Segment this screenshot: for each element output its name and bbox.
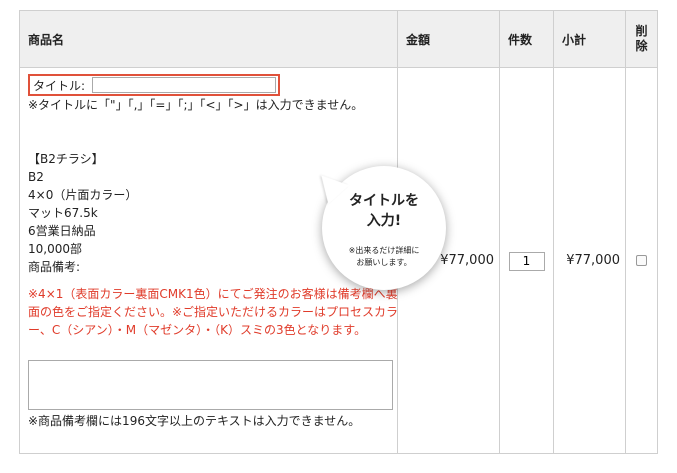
- header-count: 件数: [499, 10, 554, 68]
- header-delete: 削 除: [625, 10, 658, 68]
- remarks-limit-note: ※商品備考欄には196文字以上のテキストは入力できません。: [28, 414, 361, 428]
- callout-main-text: タイトルを 入力!: [322, 191, 446, 231]
- callout-sub-line2: お願いします。: [356, 258, 412, 267]
- spec-line-remarks-label: 商品備考:: [28, 260, 81, 274]
- spec-line-product: 【B2チラシ】: [28, 152, 104, 166]
- spec-line-color: 4×0（片面カラー）: [28, 188, 138, 202]
- title-note: ※タイトルに「"」「,」「=」「;」「<」「>」は入力できません。: [28, 98, 364, 112]
- callout-sub-line1: ※出来るだけ詳細に: [348, 246, 420, 255]
- title-input[interactable]: [92, 77, 276, 93]
- spec-line-quantity: 10,000部: [28, 242, 82, 256]
- table-row: タイトル: ※タイトルに「"」「,」「=」「;」「<」「>」は入力できません。 …: [19, 67, 658, 454]
- delete-checkbox[interactable]: [636, 255, 647, 266]
- title-label: タイトル:: [33, 79, 86, 93]
- spec-line-paper: マット67.5k: [28, 206, 98, 220]
- callout-sub-text: ※出来るだけ詳細に お願いします。: [322, 245, 446, 269]
- callout-main-line1: タイトルを: [349, 193, 419, 209]
- delete-cell: [625, 67, 658, 454]
- color-instruction-note: ※4×1（表面カラー裏面CMK1色）にてご発注のお客様は備考欄へ裏面の色をご指定…: [28, 287, 399, 337]
- subtotal-cell: ¥77,000: [553, 67, 626, 454]
- header-subtotal: 小計: [553, 10, 626, 68]
- quantity-cell: [499, 67, 554, 454]
- title-field-highlight: タイトル:: [28, 74, 280, 96]
- header-amount: 金額: [397, 10, 500, 68]
- remarks-textarea[interactable]: [28, 360, 393, 410]
- header-delete-line1: 削: [635, 24, 648, 38]
- callout-main-line2: 入力!: [366, 213, 402, 229]
- product-detail-cell: タイトル: ※タイトルに「"」「,」「=」「;」「<」「>」は入力できません。 …: [19, 67, 446, 454]
- table-header-row: 商品名 金額 件数 小計 削 除: [19, 10, 658, 68]
- spec-line-size: B2: [28, 170, 44, 184]
- product-spec: 【B2チラシ】 B2 4×0（片面カラー） マット67.5k 6営業日納品 10…: [28, 150, 137, 276]
- spec-line-delivery: 6営業日納品: [28, 224, 96, 238]
- header-product-name: 商品名: [19, 10, 398, 68]
- header-delete-line2: 除: [635, 39, 648, 53]
- quantity-input[interactable]: [508, 251, 545, 271]
- cart-table: 商品名 金額 件数 小計 削 除 タイトル: ※タイトルに「"」「,」「=」「;…: [19, 10, 658, 454]
